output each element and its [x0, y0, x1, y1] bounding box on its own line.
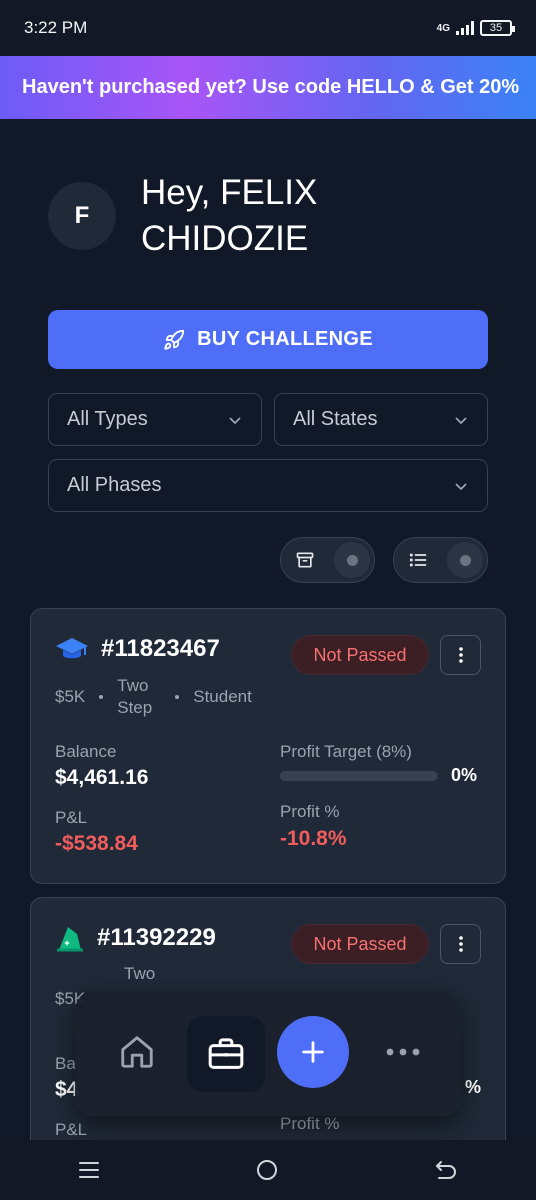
signal-icon [456, 21, 474, 35]
profit-pct-label: Profit % [280, 1114, 340, 1133]
graduation-cap-icon [56, 638, 88, 659]
toggle-knob [447, 542, 483, 578]
archive-toggle[interactable] [280, 537, 375, 583]
avatar-initial: F [74, 202, 90, 229]
balance-label: Ba [55, 1054, 76, 1073]
profit-pct-label: Profit % [280, 802, 340, 821]
chevron-down-icon [455, 482, 467, 490]
briefcase-icon [208, 1038, 244, 1069]
plus-icon [302, 1041, 324, 1063]
system-navigation [0, 1140, 536, 1200]
more-options-button[interactable] [440, 924, 481, 964]
pnl-label: P&L [55, 1120, 88, 1139]
kebab-menu-icon [458, 936, 463, 952]
wizard-hat-icon [57, 927, 83, 952]
battery-level: 35 [489, 22, 503, 34]
greeting-text: Hey, FELIX CHIDOZIE [141, 173, 318, 258]
buy-challenge-button[interactable]: BUY CHALLENGE [48, 310, 488, 369]
network-label: 4G [436, 22, 450, 34]
phases-dropdown[interactable]: All Phases [48, 459, 488, 512]
status-bar: 3:22 PM 4G 35 [0, 0, 536, 56]
account-meta: $5K Two Step Student [55, 675, 252, 719]
types-value: All Types [67, 408, 148, 430]
toggle-knob [334, 542, 370, 578]
bottom-navigation [75, 992, 461, 1116]
profit-target-progress [280, 771, 438, 781]
add-button[interactable] [277, 1016, 349, 1088]
rocket-icon [164, 329, 185, 350]
profit-target-label: Profit Target (8%) [280, 742, 412, 761]
account-id: #11392229 [97, 924, 216, 951]
list-icon [409, 553, 427, 567]
chevron-down-icon [229, 416, 241, 424]
list-view-toggle[interactable] [393, 537, 488, 583]
status-time: 3:22 PM [24, 18, 88, 37]
status-badge: Not Passed [291, 924, 429, 964]
more-horizontal-icon [386, 1048, 420, 1056]
greeting: F Hey, FELIX CHIDOZIE [48, 170, 401, 262]
back-icon[interactable] [434, 1159, 458, 1181]
avatar[interactable]: F [48, 182, 116, 250]
home-icon [121, 1036, 153, 1068]
balance-label: Balance [55, 742, 117, 761]
account-card[interactable]: #11823467 Not Passed $5K Two Step Studen… [30, 608, 506, 884]
battery-icon: 35 [480, 20, 515, 36]
account-program: Student [193, 687, 252, 706]
more-options-button[interactable] [440, 635, 481, 675]
promo-text: Haven't purchased yet? Use code HELLO & … [22, 76, 520, 98]
account-size: $5K [55, 687, 86, 706]
profit-target-value: 0% [451, 765, 478, 785]
balance-value: $4,461.16 [55, 766, 149, 789]
home-circle-icon[interactable] [256, 1159, 278, 1181]
promo-banner[interactable]: Haven't purchased yet? Use code HELLO & … [0, 56, 536, 119]
nav-accounts[interactable] [187, 1016, 265, 1092]
pnl-value: -$538.84 [55, 832, 138, 855]
profit-target-value: % [465, 1077, 482, 1097]
account-id: #11823467 [101, 635, 220, 662]
account-steps: Two Step [117, 676, 153, 717]
pnl-label: P&L [55, 808, 88, 827]
types-dropdown[interactable]: All Types [48, 393, 262, 446]
recent-apps-icon[interactable] [78, 1161, 100, 1179]
chevron-down-icon [455, 416, 467, 424]
account-steps: Two [124, 964, 156, 983]
status-badge: Not Passed [291, 635, 429, 675]
profit-pct-value: -10.8% [280, 827, 347, 850]
kebab-menu-icon [458, 647, 463, 663]
states-dropdown[interactable]: All States [274, 393, 488, 446]
nav-home[interactable] [105, 1020, 169, 1084]
archive-icon [296, 552, 314, 568]
states-value: All States [293, 408, 378, 430]
phases-value: All Phases [67, 474, 162, 496]
status-icons: 4G 35 [436, 20, 515, 36]
nav-more[interactable] [371, 1020, 435, 1084]
buy-challenge-label: BUY CHALLENGE [197, 328, 373, 350]
